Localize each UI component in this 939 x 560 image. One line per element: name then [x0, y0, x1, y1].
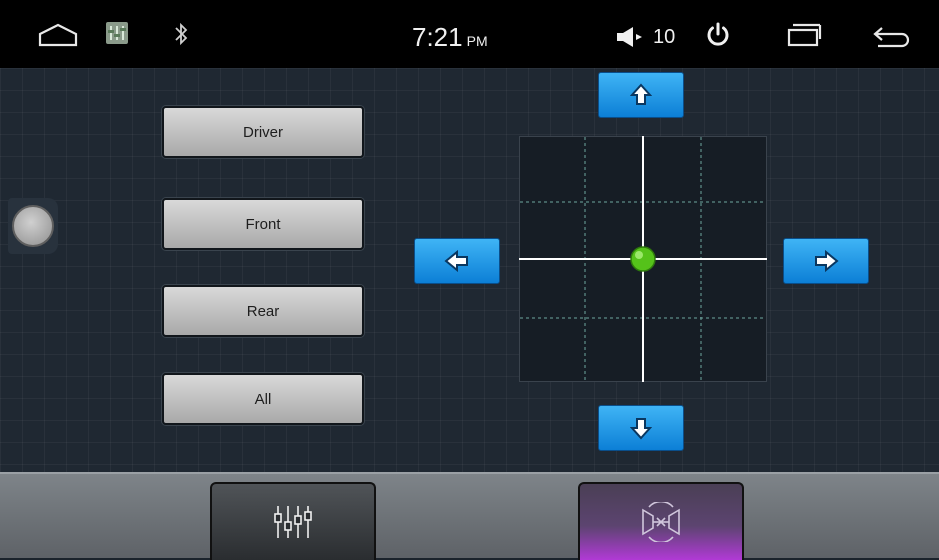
drawer-knob-icon — [12, 205, 54, 247]
power-icon[interactable] — [705, 22, 731, 53]
arrow-up-icon — [630, 83, 652, 105]
equalizer-sliders-icon — [274, 506, 312, 538]
home-icon[interactable] — [38, 22, 78, 53]
fader-down-button[interactable] — [598, 405, 684, 451]
zone-driver-button[interactable]: Driver — [162, 106, 364, 158]
volume-level: 10 — [653, 26, 676, 48]
bottom-tab-bar — [0, 472, 939, 560]
status-bar: 7:21 PM 10 — [0, 0, 939, 68]
zone-front-button[interactable]: Front — [162, 198, 364, 250]
balance-right-button[interactable] — [783, 238, 869, 284]
back-icon[interactable] — [872, 24, 912, 53]
arrow-left-icon — [444, 250, 468, 272]
balance-fader-pad[interactable] — [519, 136, 767, 382]
clock-time: 7:21 — [412, 22, 463, 52]
zone-all-button[interactable]: All — [162, 373, 364, 425]
speaker-balance-icon — [642, 502, 680, 542]
equalizer-app-icon[interactable] — [106, 22, 128, 49]
volume-icon[interactable] — [617, 26, 647, 53]
side-drawer-handle[interactable] — [8, 198, 58, 254]
arrow-down-icon — [630, 418, 652, 440]
fader-up-button[interactable] — [598, 72, 684, 118]
tab-equalizer[interactable] — [210, 482, 376, 560]
bluetooth-icon — [174, 22, 188, 51]
clock: 7:21 PM — [412, 22, 488, 53]
recent-apps-icon[interactable] — [786, 22, 822, 53]
balance-left-button[interactable] — [414, 238, 500, 284]
arrow-right-icon — [815, 250, 839, 272]
clock-ampm: PM — [466, 33, 488, 49]
pad-grid — [520, 137, 766, 381]
zone-rear-button[interactable]: Rear — [162, 285, 364, 337]
tab-balance-fader[interactable] — [578, 482, 744, 560]
